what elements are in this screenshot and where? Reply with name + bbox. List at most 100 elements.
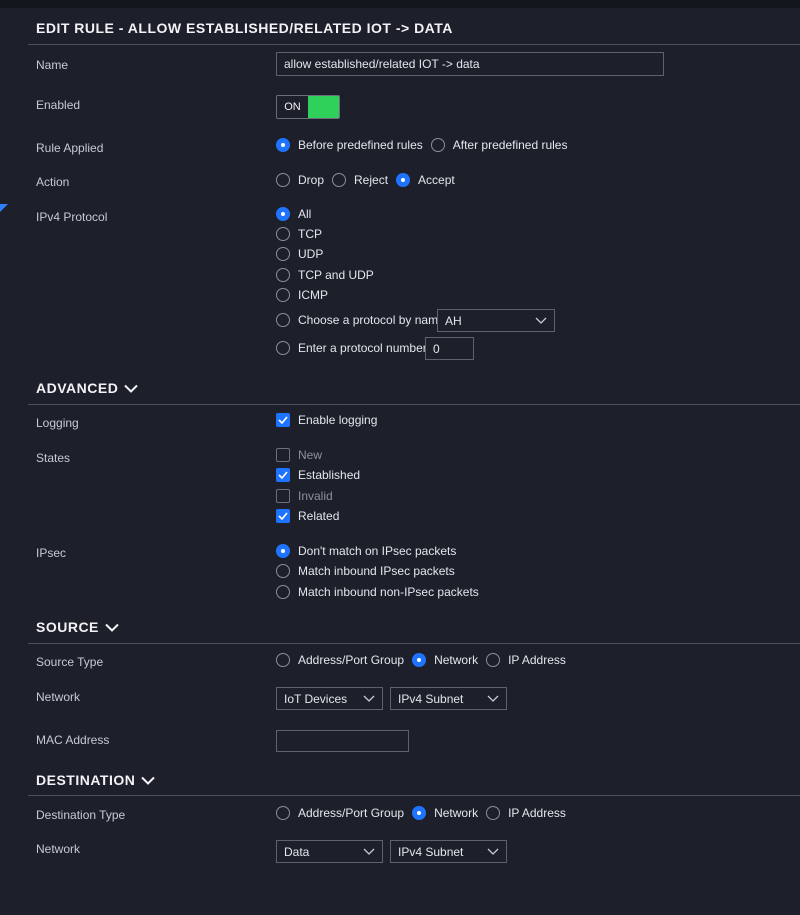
destination-ip-address-option[interactable]: IP Address bbox=[486, 806, 566, 820]
checkbox-label: Invalid bbox=[298, 489, 333, 503]
radio-selected[interactable] bbox=[396, 173, 411, 187]
ipsec-label: IPsec bbox=[36, 546, 67, 560]
name-input[interactable]: allow established/related IOT -> data bbox=[276, 52, 664, 76]
state-invalid-checkbox[interactable]: Invalid bbox=[276, 489, 333, 503]
destination-subnet-select[interactable]: IPv4 Subnet bbox=[390, 840, 507, 863]
checkbox-checked[interactable] bbox=[276, 413, 290, 427]
radio-selected[interactable] bbox=[412, 653, 427, 667]
option-label: Enter a protocol number bbox=[298, 341, 427, 355]
option-label: Address/Port Group bbox=[298, 653, 405, 667]
enable-logging-checkbox[interactable]: Enable logging bbox=[276, 413, 377, 427]
radio-unselected[interactable] bbox=[276, 268, 290, 282]
radio-selected[interactable] bbox=[412, 806, 427, 820]
section-title-text: SOURCE bbox=[36, 619, 99, 635]
source-ip-address-option[interactable]: IP Address bbox=[486, 653, 566, 667]
radio-unselected[interactable] bbox=[276, 653, 290, 667]
destination-network-label: Network bbox=[36, 842, 81, 856]
checkbox-unchecked[interactable] bbox=[276, 448, 290, 462]
option-label: Address/Port Group bbox=[298, 806, 405, 820]
action-label: Action bbox=[36, 175, 70, 189]
title-divider bbox=[28, 44, 800, 45]
radio-unselected[interactable] bbox=[486, 653, 501, 667]
radio-unselected[interactable] bbox=[276, 341, 290, 355]
radio-unselected[interactable] bbox=[276, 806, 290, 820]
radio-unselected[interactable] bbox=[276, 247, 290, 261]
radio-unselected[interactable] bbox=[276, 288, 290, 302]
radio-unselected[interactable] bbox=[486, 806, 501, 820]
option-label: Match inbound non-IPsec packets bbox=[298, 585, 479, 599]
radio-unselected[interactable] bbox=[332, 173, 347, 187]
option-label: Network bbox=[434, 653, 479, 667]
checkbox-checked[interactable] bbox=[276, 468, 290, 482]
checkbox-label: Established bbox=[298, 468, 361, 482]
protocol-by-name-option[interactable]: Choose a protocol by name bbox=[276, 313, 445, 327]
action-reject-option[interactable]: Reject bbox=[332, 173, 388, 187]
protocol-all-option[interactable]: All bbox=[276, 207, 311, 221]
section-title-text: ADVANCED bbox=[36, 380, 119, 396]
option-label: Match inbound IPsec packets bbox=[298, 564, 455, 578]
action-accept-option[interactable]: Accept bbox=[396, 173, 455, 187]
chevron-down-icon bbox=[105, 619, 119, 635]
select-value: IPv4 Subnet bbox=[398, 844, 464, 859]
ipsec-inbound-non-option[interactable]: Match inbound non-IPsec packets bbox=[276, 585, 479, 599]
action-drop-option[interactable]: Drop bbox=[276, 173, 324, 187]
checkbox-unchecked[interactable] bbox=[276, 489, 290, 503]
section-title-text: DESTINATION bbox=[36, 772, 136, 788]
state-established-checkbox[interactable]: Established bbox=[276, 468, 360, 482]
option-label: IP Address bbox=[508, 806, 566, 820]
ipsec-inbound-option[interactable]: Match inbound IPsec packets bbox=[276, 564, 455, 578]
rule-applied-before-option[interactable]: Before predefined rules bbox=[276, 138, 423, 152]
advanced-section-toggle[interactable]: ADVANCED bbox=[36, 380, 139, 396]
protocol-name-select[interactable]: AH bbox=[437, 309, 555, 332]
option-label: Before predefined rules bbox=[298, 138, 423, 152]
mac-address-label: MAC Address bbox=[36, 733, 110, 747]
radio-unselected[interactable] bbox=[430, 138, 445, 152]
source-section-toggle[interactable]: SOURCE bbox=[36, 619, 119, 635]
enabled-toggle[interactable]: ON bbox=[276, 95, 340, 119]
protocol-tcp-option[interactable]: TCP bbox=[276, 227, 322, 241]
radio-selected[interactable] bbox=[276, 138, 290, 152]
destination-address-port-group-option[interactable]: Address/Port Group bbox=[276, 806, 404, 820]
state-related-checkbox[interactable]: Related bbox=[276, 509, 339, 523]
radio-selected[interactable] bbox=[276, 207, 290, 221]
radio-unselected[interactable] bbox=[276, 564, 290, 578]
checkbox-checked[interactable] bbox=[276, 509, 290, 523]
rule-applied-after-option[interactable]: After predefined rules bbox=[430, 138, 567, 152]
checkbox-label: New bbox=[298, 448, 323, 462]
radio-unselected[interactable] bbox=[276, 313, 290, 327]
protocol-number-input[interactable]: 0 bbox=[425, 337, 474, 360]
chevron-down-icon bbox=[535, 314, 547, 328]
source-type-label: Source Type bbox=[36, 655, 104, 669]
radio-unselected[interactable] bbox=[276, 173, 290, 187]
select-value: IPv4 Subnet bbox=[398, 691, 464, 706]
name-label: Name bbox=[36, 58, 69, 72]
source-subnet-select[interactable]: IPv4 Subnet bbox=[390, 687, 507, 710]
radio-unselected[interactable] bbox=[276, 585, 290, 599]
mac-address-input[interactable] bbox=[276, 730, 409, 752]
radio-unselected[interactable] bbox=[276, 227, 290, 241]
destination-section-toggle[interactable]: DESTINATION bbox=[36, 772, 156, 788]
ipsec-dont-match-option[interactable]: Don't match on IPsec packets bbox=[276, 544, 456, 558]
source-address-port-group-option[interactable]: Address/Port Group bbox=[276, 653, 404, 667]
option-label: Accept bbox=[418, 173, 455, 187]
destination-type-group: Address/Port Group Network IP Address bbox=[276, 806, 574, 820]
ipv4-protocol-label: IPv4 Protocol bbox=[36, 210, 108, 224]
states-label: States bbox=[36, 451, 71, 465]
destination-type-label: Destination Type bbox=[36, 808, 126, 822]
protocol-by-number-option[interactable]: Enter a protocol number bbox=[276, 341, 427, 355]
select-value: Data bbox=[284, 844, 310, 859]
protocol-icmp-option[interactable]: ICMP bbox=[276, 288, 328, 302]
rule-applied-group: Before predefined rules After predefined… bbox=[276, 138, 575, 152]
protocol-udp-option[interactable]: UDP bbox=[276, 247, 323, 261]
radio-selected[interactable] bbox=[276, 544, 290, 558]
page-title: EDIT RULE - ALLOW ESTABLISHED/RELATED IO… bbox=[36, 20, 453, 36]
source-network-option[interactable]: Network bbox=[412, 653, 478, 667]
state-new-checkbox[interactable]: New bbox=[276, 448, 322, 462]
source-network-select[interactable]: IoT Devices bbox=[276, 687, 383, 710]
source-divider bbox=[28, 643, 800, 644]
protocol-tcp-udp-option[interactable]: TCP and UDP bbox=[276, 268, 374, 282]
toggle-knob bbox=[308, 96, 339, 118]
option-label: Drop bbox=[298, 173, 325, 187]
destination-network-select[interactable]: Data bbox=[276, 840, 383, 863]
destination-network-option[interactable]: Network bbox=[412, 806, 478, 820]
